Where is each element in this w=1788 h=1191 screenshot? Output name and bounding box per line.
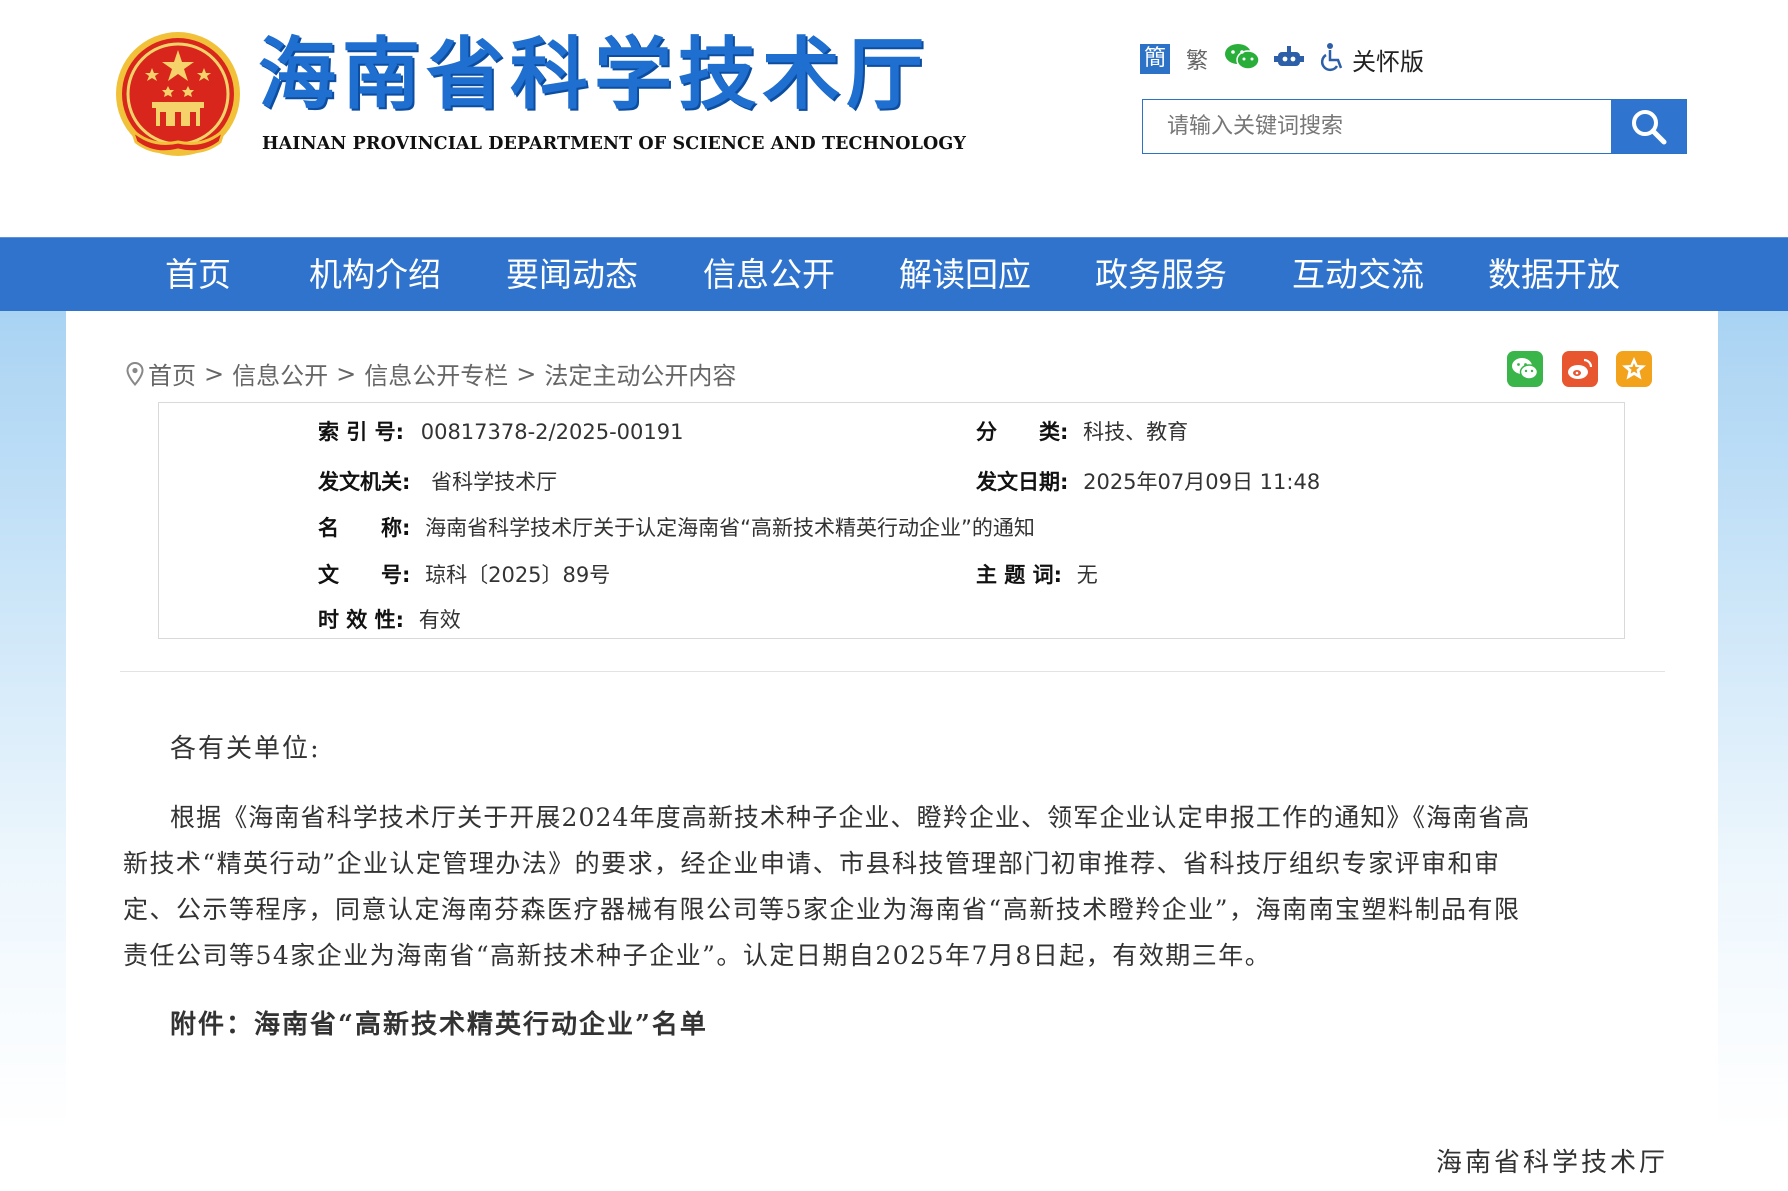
share-weibo-button[interactable] (1562, 351, 1598, 387)
weibo-icon (1568, 358, 1593, 379)
meta-name: 名 称: 海南省科学技术厅关于认定海南省“高新技术精英行动企业”的通知 (318, 512, 1035, 542)
search-icon (1631, 109, 1666, 144)
meta-validity: 时 效 性: 有效 (318, 604, 461, 634)
nav-item-about[interactable]: 机构介绍 (309, 238, 441, 312)
search-input[interactable] (1143, 100, 1611, 153)
meta-keywords-value: 无 (1076, 563, 1098, 587)
meta-validity-label: 时 效 性: (318, 608, 405, 632)
article-body-line: 根据《海南省科学技术厅关于开展2024年度高新技术种子企业、瞪羚企业、领军企业认… (170, 803, 1531, 832)
meta-keywords: 主 题 词: 无 (976, 559, 1098, 589)
meta-issuer-value: 省科学技术厅 (431, 470, 558, 494)
meta-date: 发文日期: 2025年07月09日 11:48 (976, 466, 1320, 496)
meta-category-value: 科技、教育 (1083, 420, 1189, 444)
meta-docno: 文 号: 琼科〔2025〕89号 (318, 559, 610, 589)
content-divider (120, 671, 1665, 672)
meta-category-label: 分 类: (976, 420, 1069, 444)
header-tools: 簡 繁 关怀版 (1140, 42, 1424, 76)
favorite-star-icon (1622, 357, 1646, 380)
article-body-line: 责任公司等54家企业为海南省“高新技术种子企业”。认定日期自2025年7月8日起… (123, 941, 1272, 970)
nav-item-open-data[interactable]: 数据开放 (1488, 238, 1620, 312)
meta-index: 索 引 号: 00817378-2/2025-00191 (318, 416, 683, 446)
wechat-icon (1512, 358, 1539, 380)
meta-issuer-label: 发文机关: (318, 470, 411, 494)
article-salutation: 各有关单位: (170, 734, 321, 764)
site-header: 海南省科学技术厅 HAINAN PROVINCIAL DEPARTMENT OF… (0, 0, 1788, 237)
share-wechat-button[interactable] (1507, 351, 1543, 387)
nav-item-interaction[interactable]: 互动交流 (1292, 238, 1424, 312)
share-favorite-button[interactable] (1616, 351, 1652, 387)
robot-icon[interactable] (1274, 43, 1305, 75)
breadcrumb-separator: > (204, 359, 225, 388)
meta-keywords-label: 主 题 词: (976, 563, 1063, 587)
article-body-line: 新技术“精英行动”企业认定管理办法》的要求，经企业申请、市县科技管理部门初审推荐… (123, 849, 1501, 878)
search-bar (1142, 99, 1687, 154)
main-nav: 首页 机构介绍 要闻动态 信息公开 解读回应 政务服务 互动交流 数据开放 (0, 237, 1788, 311)
breadcrumb-separator: > (516, 359, 537, 388)
article-body-line: 定、公示等程序，同意认定海南芬森医疗器械有限公司等5家企业为海南省“高新技术瞪羚… (123, 895, 1521, 924)
simplified-chinese-button[interactable]: 簡 (1140, 44, 1170, 74)
meta-date-label: 发文日期: (976, 470, 1069, 494)
nav-item-news[interactable]: 要闻动态 (506, 238, 638, 312)
site-subtitle: HAINAN PROVINCIAL DEPARTMENT OF SCIENCE … (262, 134, 967, 154)
wechat-icon[interactable] (1224, 42, 1260, 76)
meta-date-value: 2025年07月09日 11:48 (1083, 470, 1321, 494)
meta-index-label: 索 引 号: (318, 420, 405, 444)
accessibility-icon[interactable] (1318, 42, 1346, 76)
traditional-chinese-button[interactable]: 繁 (1186, 43, 1208, 75)
breadcrumb: 首页 > 信息公开 > 信息公开专栏 > 法定主动公开内容 (126, 356, 736, 391)
meta-docno-label: 文 号: (318, 563, 411, 587)
nav-item-interpretation[interactable]: 解读回应 (899, 238, 1031, 312)
meta-validity-value: 有效 (418, 608, 461, 632)
national-emblem-icon (116, 32, 240, 156)
nav-item-services[interactable]: 政务服务 (1095, 238, 1227, 312)
nav-item-home[interactable]: 首页 (165, 238, 231, 312)
meta-index-value: 00817378-2/2025-00191 (420, 420, 684, 444)
meta-name-label: 名 称: (318, 516, 411, 540)
site-title: 海南省科学技术厅 (258, 30, 931, 120)
breadcrumb-home[interactable]: 首页 (148, 356, 196, 391)
meta-issuer: 发文机关: 省科学技术厅 (318, 466, 557, 496)
meta-docno-value: 琼科〔2025〕89号 (425, 563, 611, 587)
breadcrumb-column[interactable]: 信息公开专栏 (364, 356, 508, 391)
location-pin-icon (126, 361, 144, 386)
article-signature: 海南省科学技术厅 (1436, 1148, 1669, 1178)
breadcrumb-disclosure[interactable]: 信息公开 (232, 356, 328, 391)
care-mode-button[interactable]: 关怀版 (1352, 42, 1424, 77)
breadcrumb-current[interactable]: 法定主动公开内容 (544, 356, 736, 391)
breadcrumb-separator: > (336, 359, 357, 388)
search-button[interactable] (1611, 100, 1686, 153)
meta-name-value: 海南省科学技术厅关于认定海南省“高新技术精英行动企业”的通知 (425, 516, 1035, 540)
nav-item-disclosure[interactable]: 信息公开 (703, 238, 835, 312)
meta-category: 分 类: 科技、教育 (976, 416, 1188, 446)
article-attachment-link[interactable]: 附件：海南省“高新技术精英行动企业”名单 (170, 1004, 1710, 1041)
